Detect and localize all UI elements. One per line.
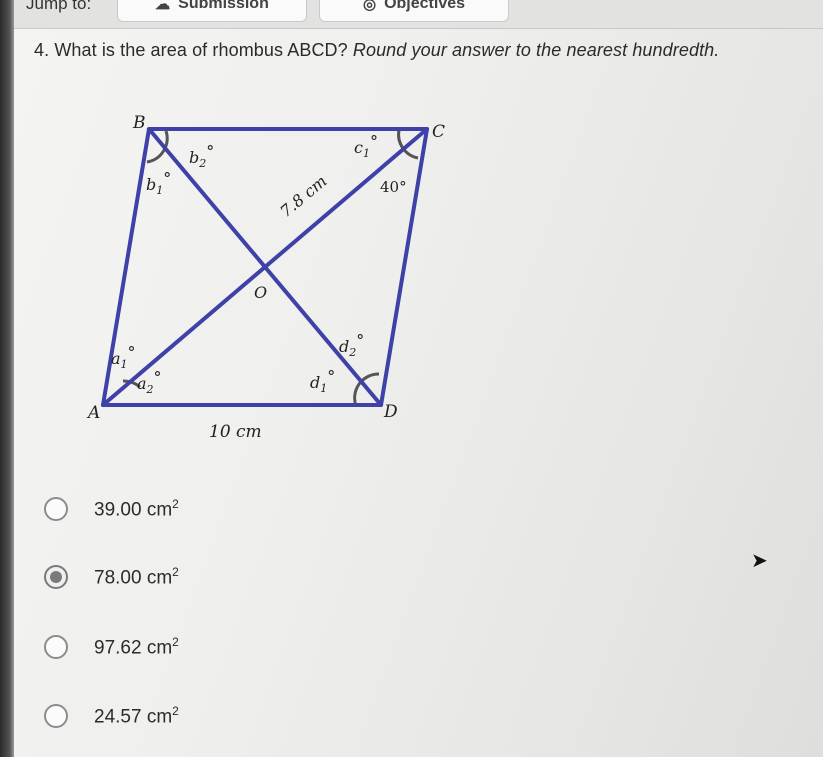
answer-radio-4[interactable] bbox=[44, 704, 68, 728]
answer-text-4: 24.57 cm2 bbox=[94, 703, 179, 728]
answer-radio-1[interactable] bbox=[44, 497, 68, 521]
answer-radio-2[interactable] bbox=[44, 565, 68, 589]
angle-40-label: 40° bbox=[380, 178, 407, 196]
angle-d1-label: d1° bbox=[310, 367, 335, 395]
side-length-label: 10 cm bbox=[209, 422, 262, 442]
rhombus-figure: A B C D O 7.8 cm 10 cm 40° a1° a2° b1° b… bbox=[86, 113, 445, 442]
vertex-d-label: D bbox=[383, 402, 398, 422]
answer-radio-3[interactable] bbox=[44, 635, 68, 659]
vertex-c-label: C bbox=[432, 122, 445, 142]
mouse-cursor-icon: ➤ bbox=[751, 550, 768, 572]
answer-option-4[interactable]: 24.57 cm2 bbox=[44, 696, 179, 736]
answer-text-1: 39.00 cm2 bbox=[94, 496, 179, 521]
answer-text-3: 97.62 cm2 bbox=[94, 634, 179, 659]
angle-b2-label: b2° bbox=[189, 142, 214, 170]
rhombus-lines bbox=[101, 127, 429, 407]
vertex-b-label: B bbox=[132, 113, 146, 133]
screen-bezel bbox=[0, 0, 14, 757]
center-o-label: O bbox=[254, 283, 267, 302]
answer-option-1[interactable]: 39.00 cm2 bbox=[44, 489, 179, 529]
angle-d2-label: d2° bbox=[339, 331, 364, 359]
angle-b1-label: b1° bbox=[146, 169, 171, 197]
answer-option-2[interactable]: 78.00 cm2 bbox=[44, 557, 179, 597]
answer-text-2: 78.00 cm2 bbox=[94, 564, 179, 589]
answer-option-3[interactable]: 97.62 cm2 bbox=[44, 627, 179, 667]
diagonal-bd bbox=[147, 127, 383, 407]
angle-c1-label: c1° bbox=[354, 132, 378, 160]
quiz-page: Jump to: ☁ Submission ◎ Objectives 4. Wh… bbox=[14, 0, 823, 757]
vertex-a-label: A bbox=[86, 403, 100, 423]
diagonal-length-label: 7.8 cm bbox=[276, 171, 330, 221]
angle-a1-label: a1° bbox=[111, 343, 136, 371]
